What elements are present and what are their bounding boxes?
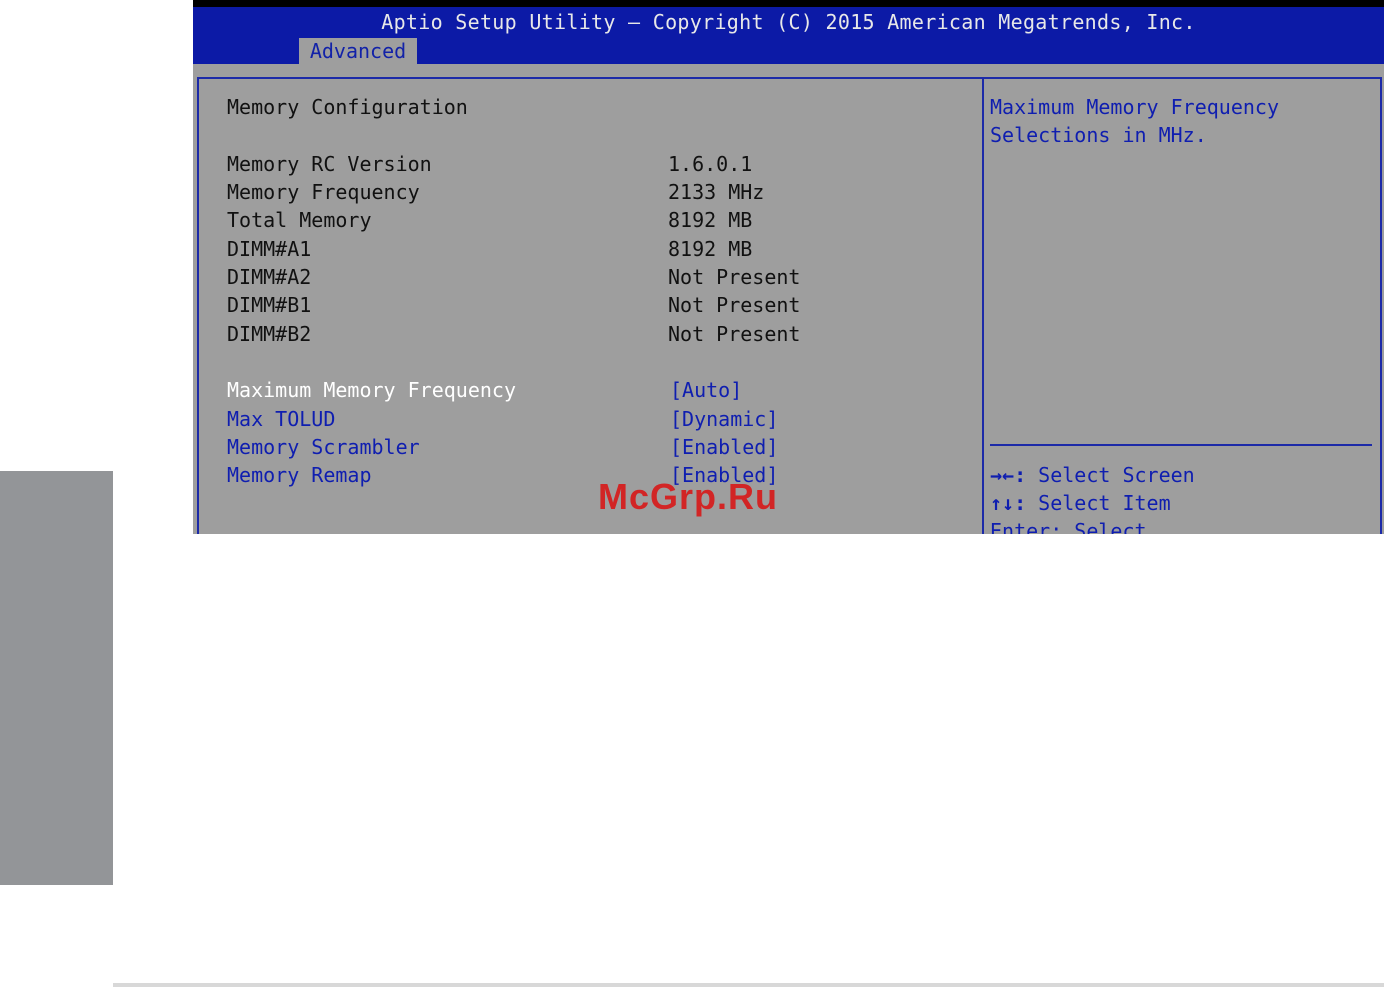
key-enter: Enter: [990,519,1063,534]
setting-value-max-memory-frequency[interactable]: [Auto] [670,378,742,402]
bios-header: Aptio Setup Utility – Copyright (C) 2015… [193,0,1384,64]
setting-memory-remap[interactable]: Memory Remap [227,463,372,487]
watermark: McGrp.Ru [598,476,779,517]
side-tab [0,471,113,885]
section-title: Memory Configuration [227,95,468,119]
info-value-rc-version: 1.6.0.1 [668,152,753,176]
key-arrows-up-down: ↑↓: [990,491,1027,515]
setting-max-memory-frequency[interactable]: Maximum Memory Frequency [227,378,516,402]
setting-memory-scrambler[interactable]: Memory Scrambler [227,435,420,459]
help-description-line2: Selections in MHz. [990,123,1207,147]
info-label-rc-version: Memory RC Version [227,152,432,176]
info-label-dimm-b2: DIMM#B2 [227,322,312,346]
info-label-dimm-a1: DIMM#A1 [227,237,312,261]
help-divider [990,444,1372,446]
info-label-dimm-b1: DIMM#B1 [227,293,312,317]
info-value-dimm-a2: Not Present [668,265,801,289]
key-action-select: Select [1074,519,1147,534]
panel-divider [982,77,984,534]
setting-max-tolud[interactable]: Max TOLUD [227,407,335,431]
bottom-rule [113,983,1384,987]
key-hint-select-screen: →←: Select Screen [990,463,1195,487]
info-label-dimm-a2: DIMM#A2 [227,265,312,289]
setting-value-max-tolud[interactable]: [Dynamic] [670,407,778,431]
bios-title: Aptio Setup Utility – Copyright (C) 2015… [381,10,1196,34]
key-hint-select-item: ↑↓: Select Item [990,491,1171,515]
info-value-total-memory: 8192 MB [668,208,753,232]
info-label-memory-frequency: Memory Frequency [227,180,420,204]
info-label-total-memory: Total Memory [227,208,372,232]
key-action-select-item: Select Item [1038,491,1171,515]
setting-value-memory-scrambler[interactable]: [Enabled] [670,435,778,459]
help-description-line1: Maximum Memory Frequency [990,95,1279,119]
info-value-dimm-a1: 8192 MB [668,237,753,261]
info-value-dimm-b1: Not Present [668,293,801,317]
key-action-select-screen: Select Screen [1038,463,1195,487]
key-arrows-left-right: →←: [990,463,1027,487]
info-value-memory-frequency: 2133 MHz [668,180,765,204]
tab-advanced[interactable]: Advanced [299,38,417,64]
info-value-dimm-b2: Not Present [668,322,801,346]
bios-screen: Aptio Setup Utility – Copyright (C) 2015… [193,0,1384,534]
key-hint-enter: Enter: Select [990,519,1147,534]
